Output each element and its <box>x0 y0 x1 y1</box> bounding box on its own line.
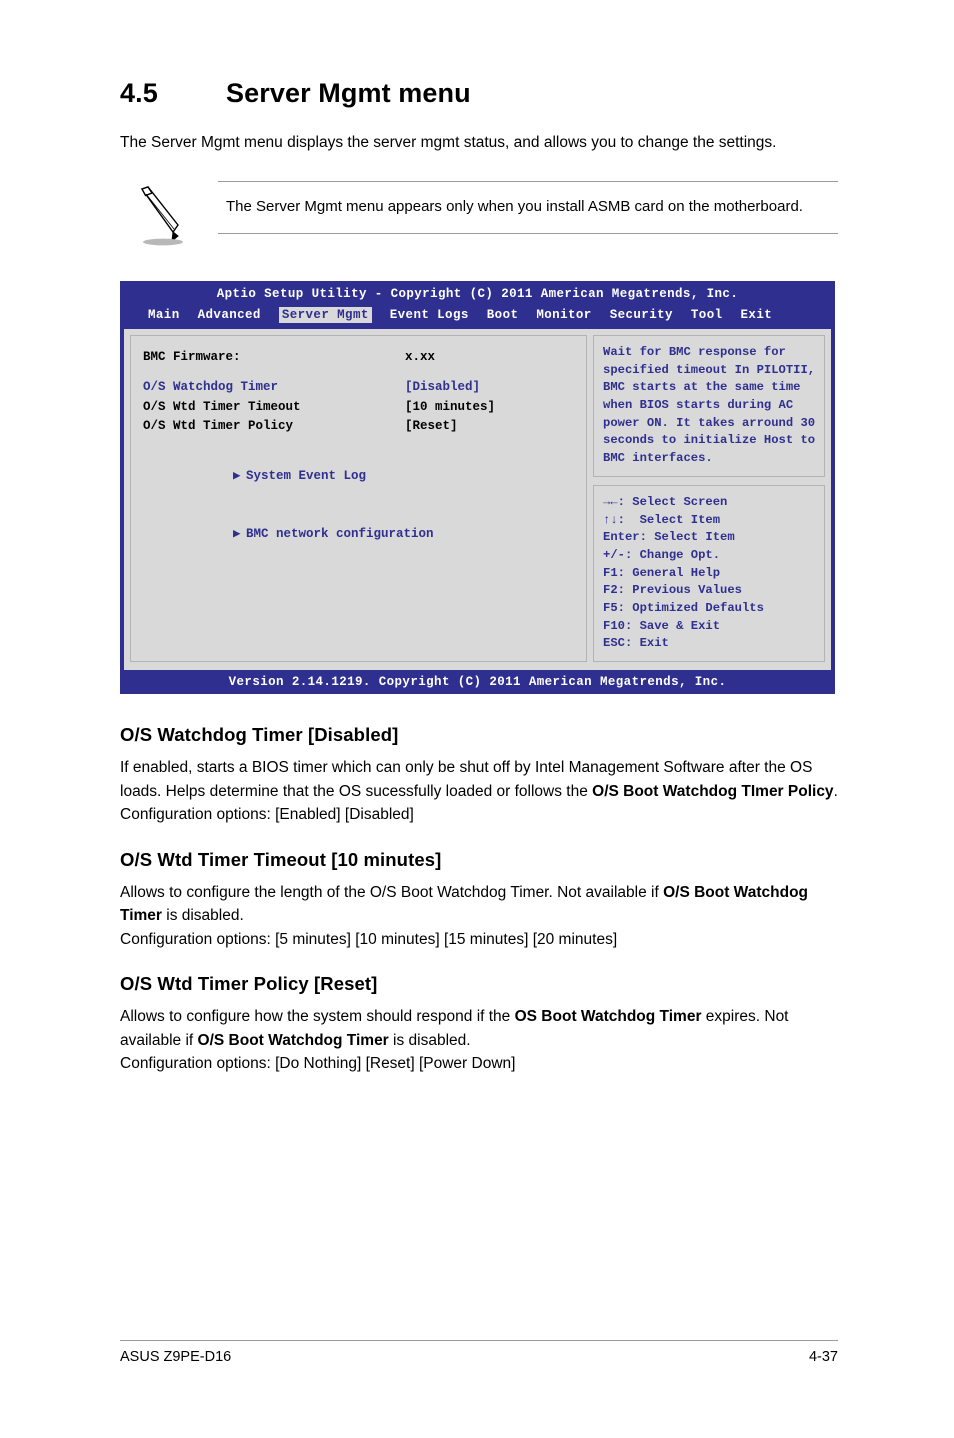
bios-key-esc: ESC: Exit <box>603 636 669 651</box>
bios-key-legend: →←: Select Screen ↑↓: Select Item Enter:… <box>593 484 825 663</box>
bios-menu-server-mgmt[interactable]: Server Mgmt <box>278 307 372 324</box>
bios-settings-panel: BMC Firmware: x.xx O/S Watchdog Timer [D… <box>130 335 587 663</box>
pencil-icon <box>128 185 188 247</box>
note-text: The Server Mgmt menu appears only when y… <box>226 198 803 216</box>
option-heading-os-wtd-timer-timeout: O/S Wtd Timer Timeout [10 minutes] <box>120 848 442 870</box>
triangle-right-icon-2: ▶ <box>233 527 241 542</box>
bios-menu-event-logs[interactable]: Event Logs <box>390 308 469 322</box>
triangle-right-icon: ▶ <box>233 468 241 483</box>
page-content: 4.5 Server Mgmt menu The Server Mgmt men… <box>120 78 838 1098</box>
bios-menu-exit[interactable]: Exit <box>741 308 773 322</box>
bios-key-enter: Enter: Select Item <box>603 530 735 545</box>
page-title: 4.5 Server Mgmt menu <box>120 78 838 109</box>
bios-titlebar: Aptio Setup Utility - Copyright (C) 2011… <box>120 281 835 306</box>
note-box: The Server Mgmt menu appears only when y… <box>120 181 838 251</box>
page-footer: ASUS Z9PE-D16 4-37 <box>120 1340 838 1365</box>
option-desc-os-watchdog-timer: If enabled, starts a BIOS timer which ca… <box>120 759 838 824</box>
option-heading-os-watchdog-timer: O/S Watchdog Timer [Disabled] <box>120 724 399 746</box>
bios-screenshot: Aptio Setup Utility - Copyright (C) 2011… <box>120 281 835 695</box>
bios-menu-main[interactable]: Main <box>148 308 180 322</box>
bios-key-f5: F5: Optimized Defaults <box>603 600 764 615</box>
bios-label-os-watchdog-timer: O/S Watchdog Timer <box>143 380 279 395</box>
bios-menubar: Main Advanced Server Mgmt Event Logs Boo… <box>120 305 835 330</box>
bios-value-bmc-firmware: x.xx <box>405 350 436 365</box>
bios-menu-security[interactable]: Security <box>610 308 673 322</box>
section-number: 4.5 <box>120 78 158 108</box>
bios-key-select-screen: →←: Select Screen <box>603 494 728 509</box>
bios-body: BMC Firmware: x.xx O/S Watchdog Timer [D… <box>120 329 835 671</box>
bios-help-text: Wait for BMC response for specified time… <box>593 335 825 477</box>
bios-spacer <box>143 367 576 378</box>
bios-value-os-wtd-timer-policy: [Reset] <box>405 419 458 434</box>
bios-submenu-label-bmc-network-configuration: BMC network configuration <box>246 527 434 542</box>
bios-key-change-opt: +/-: Change Opt. <box>603 547 721 562</box>
note-body: The Server Mgmt menu appears only when y… <box>218 181 838 234</box>
bios-menu-monitor[interactable]: Monitor <box>536 308 591 322</box>
document-page: 4.5 Server Mgmt menu The Server Mgmt men… <box>0 0 954 1438</box>
footer-product-name: ASUS Z9PE-D16 <box>120 1349 232 1365</box>
option-heading-os-wtd-timer-policy: O/S Wtd Timer Policy [Reset] <box>120 973 378 995</box>
bios-submenu-bmc-network-configuration[interactable]: ▶ BMC network configuration <box>143 506 576 564</box>
bios-key-f10: F10: Save & Exit <box>603 618 721 633</box>
bios-row-bmc-firmware: BMC Firmware: x.xx <box>143 348 576 367</box>
bios-submenu-system-event-log[interactable]: ▶ System Event Log <box>143 448 576 506</box>
bios-menu-tool[interactable]: Tool <box>691 308 723 322</box>
bios-menu-boot[interactable]: Boot <box>487 308 519 322</box>
bios-submenu-label-system-event-log: System Event Log <box>246 468 367 483</box>
section-title: Server Mgmt menu <box>226 78 471 108</box>
bios-spacer-2 <box>143 437 576 448</box>
bios-menu-advanced[interactable]: Advanced <box>198 308 261 322</box>
bios-row-os-wtd-timer-timeout[interactable]: O/S Wtd Timer Timeout [10 minutes] <box>143 398 576 417</box>
footer-page-number: 4-37 <box>808 1349 838 1365</box>
bios-label-os-wtd-timer-policy: O/S Wtd Timer Policy <box>143 419 294 434</box>
bios-key-f1: F1: General Help <box>603 565 721 580</box>
bios-value-os-watchdog-timer: [Disabled] <box>405 380 481 395</box>
bios-row-os-watchdog-timer[interactable]: O/S Watchdog Timer [Disabled] <box>143 378 576 397</box>
section-intro: The Server Mgmt menu displays the server… <box>120 134 777 151</box>
bios-version-footer: Version 2.14.1219. Copyright (C) 2011 Am… <box>120 670 835 695</box>
bios-label-os-wtd-timer-timeout: O/S Wtd Timer Timeout <box>143 399 301 414</box>
bios-key-select-item-arrows: ↑↓: Select Item <box>603 512 721 527</box>
option-desc-os-wtd-timer-timeout: Allows to configure the length of the O/… <box>120 883 809 948</box>
bios-value-os-wtd-timer-timeout: [10 minutes] <box>405 399 496 414</box>
bios-side-panel: Wait for BMC response for specified time… <box>593 335 825 663</box>
bios-key-f2: F2: Previous Values <box>603 583 742 598</box>
option-desc-os-wtd-timer-policy: Allows to configure how the system shoul… <box>120 1008 789 1073</box>
bios-row-os-wtd-timer-policy[interactable]: O/S Wtd Timer Policy [Reset] <box>143 417 576 436</box>
bios-label-bmc-firmware: BMC Firmware: <box>143 350 241 365</box>
